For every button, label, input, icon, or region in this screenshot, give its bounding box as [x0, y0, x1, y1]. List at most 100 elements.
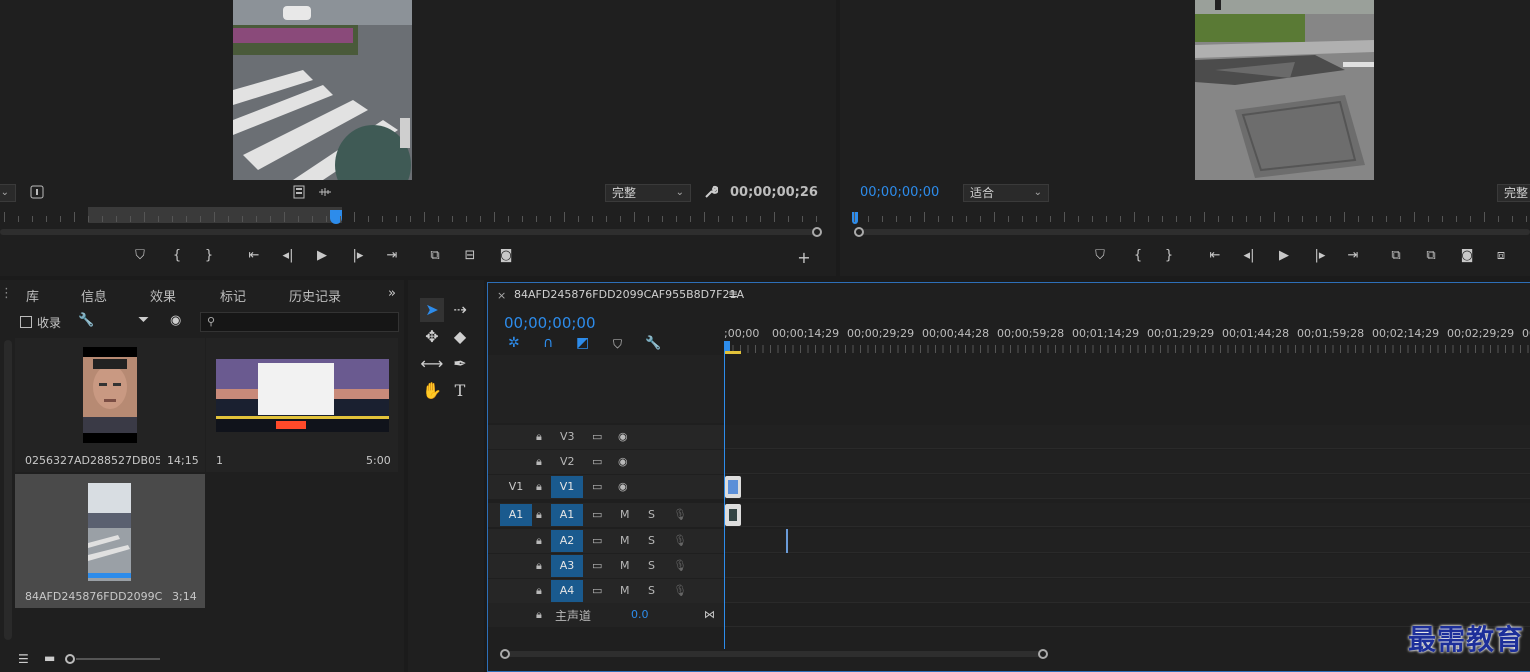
- audio-clip[interactable]: [725, 504, 741, 526]
- project-item[interactable]: 1 5:00: [206, 338, 398, 472]
- source-scroll-handle[interactable]: [812, 227, 822, 237]
- source-mark-out-icon[interactable]: }: [198, 246, 220, 266]
- timeline-timecode[interactable]: 00;00;00;00: [504, 314, 596, 332]
- zoom-slider-handle[interactable]: [65, 654, 75, 664]
- mute-button[interactable]: M: [620, 584, 630, 597]
- source-patch-v1[interactable]: V1: [500, 476, 532, 498]
- lock-icon[interactable]: 🔒︎: [536, 455, 542, 469]
- sync-lock-icon[interactable]: ▭: [592, 430, 602, 443]
- hand-tool-icon[interactable]: ✋: [420, 379, 444, 403]
- source-in-out-range[interactable]: [88, 207, 342, 223]
- track-name[interactable]: V3: [560, 430, 575, 443]
- program-play-icon[interactable]: ▶: [1273, 246, 1295, 266]
- slip-tool-icon[interactable]: ⟷: [420, 352, 444, 376]
- razor-tool-icon[interactable]: ◆: [448, 325, 472, 349]
- lock-icon[interactable]: 🔒︎: [536, 608, 542, 622]
- lock-icon[interactable]: 🔒︎: [536, 508, 542, 522]
- master-go-to-end-icon[interactable]: ⋈: [704, 608, 715, 621]
- source-go-to-in-icon[interactable]: ⇤: [243, 246, 265, 266]
- lock-icon[interactable]: 🔒︎: [536, 584, 542, 598]
- work-area-bar[interactable]: [725, 351, 741, 354]
- source-overwrite-icon[interactable]: ⊟: [459, 246, 481, 266]
- track-target-a3[interactable]: A3: [551, 555, 583, 577]
- audio-clip-marker[interactable]: [786, 529, 788, 553]
- track-target-a1[interactable]: A1: [551, 504, 583, 526]
- solo-button[interactable]: S: [648, 559, 655, 572]
- source-play-icon[interactable]: ▶: [311, 246, 333, 266]
- track-content[interactable]: [725, 579, 1530, 603]
- voiceover-mic-icon[interactable]: 🎙︎: [673, 559, 687, 572]
- project-item[interactable]: 84AFD245876FDD2099CA... 3;14: [15, 474, 205, 608]
- source-add-marker-icon[interactable]: ⛉: [129, 246, 151, 266]
- source-export-icon[interactable]: [26, 182, 48, 202]
- tab-library[interactable]: 库: [26, 286, 39, 305]
- master-volume-value[interactable]: 0.0: [631, 608, 649, 621]
- source-step-back-icon[interactable]: ◂|: [277, 246, 299, 266]
- track-content[interactable]: [725, 475, 1530, 499]
- program-zoom-scrollbar[interactable]: [854, 229, 1530, 235]
- program-compare-view-icon[interactable]: ⧈: [1490, 246, 1512, 266]
- track-target-v1[interactable]: V1: [551, 476, 583, 498]
- eye-icon[interactable]: ◉: [618, 430, 628, 443]
- add-marker-icon[interactable]: ⛉: [613, 337, 622, 352]
- list-view-icon[interactable]: ☰: [18, 652, 29, 666]
- voiceover-mic-icon[interactable]: 🎙︎: [673, 508, 687, 521]
- solo-button[interactable]: S: [648, 584, 655, 597]
- program-add-marker-icon[interactable]: ⛉: [1089, 246, 1111, 266]
- source-go-to-out-icon[interactable]: ⇥: [381, 246, 403, 266]
- source-drag-video-icon[interactable]: [288, 182, 310, 202]
- lock-icon[interactable]: 🔒︎: [536, 559, 542, 573]
- track-content[interactable]: [725, 503, 1530, 527]
- track-content[interactable]: [725, 450, 1530, 474]
- icon-view-icon[interactable]: ▬: [44, 651, 55, 665]
- source-drag-audio-icon[interactable]: [314, 182, 336, 202]
- tab-effects[interactable]: 效果: [150, 286, 176, 305]
- source-insert-icon[interactable]: ⧉: [424, 246, 446, 266]
- source-mark-in-icon[interactable]: {: [166, 246, 188, 266]
- mute-button[interactable]: M: [620, 534, 630, 547]
- eye-icon[interactable]: ◉: [618, 480, 628, 493]
- type-tool-icon[interactable]: T: [448, 379, 472, 403]
- nest-toggle-icon[interactable]: ✲: [508, 335, 520, 351]
- sequence-menu-icon[interactable]: ≡: [728, 287, 738, 301]
- selection-tool-icon[interactable]: ➤: [420, 298, 444, 322]
- lock-icon[interactable]: 🔒︎: [536, 480, 542, 494]
- lock-icon[interactable]: 🔒︎: [536, 534, 542, 548]
- sync-lock-icon[interactable]: ▭: [592, 584, 602, 597]
- eye-icon[interactable]: ◉: [618, 455, 628, 468]
- mute-button[interactable]: M: [620, 559, 630, 572]
- program-lift-icon[interactable]: ⧉: [1385, 246, 1407, 266]
- pen-tool-icon[interactable]: ✒: [448, 352, 472, 376]
- mute-button[interactable]: M: [620, 508, 630, 521]
- program-step-back-icon[interactable]: ◂|: [1238, 246, 1260, 266]
- program-go-to-out-icon[interactable]: ⇥: [1342, 246, 1364, 266]
- sync-lock-icon[interactable]: ▭: [592, 480, 602, 493]
- ingest-checkbox[interactable]: [20, 316, 32, 328]
- program-go-to-in-icon[interactable]: ⇤: [1204, 246, 1226, 266]
- track-select-tool-icon[interactable]: ⇢: [448, 298, 472, 322]
- search-input[interactable]: ⚲: [200, 312, 399, 332]
- source-left-dropdown[interactable]: ⌄: [0, 184, 16, 202]
- sequence-tab[interactable]: 84AFD245876FDD2099CAF955B8D7F21A: [514, 288, 744, 301]
- track-target-a4[interactable]: A4: [551, 580, 583, 602]
- track-content[interactable]: [725, 425, 1530, 449]
- project-item[interactable]: 0256327AD288527DB05... 14;15: [15, 338, 205, 472]
- timeline-ruler-ticks[interactable]: [725, 345, 1530, 353]
- zoom-slider-track[interactable]: [76, 658, 160, 660]
- source-settings-wrench-icon[interactable]: [700, 182, 722, 202]
- more-panels-icon[interactable]: »: [388, 286, 396, 301]
- visibility-eye-icon[interactable]: ◉: [170, 313, 181, 328]
- program-zoom-dropdown[interactable]: 适合 ⌄: [963, 184, 1049, 202]
- timeline-horizontal-scrollbar[interactable]: [506, 651, 1046, 657]
- timeline-scroll-handle-right[interactable]: [1038, 649, 1048, 659]
- solo-button[interactable]: S: [648, 534, 655, 547]
- program-mark-out-icon[interactable]: }: [1158, 246, 1180, 266]
- program-export-frame-icon[interactable]: ◙: [1456, 246, 1478, 266]
- sync-lock-icon[interactable]: ▭: [592, 534, 602, 547]
- source-button-editor-icon[interactable]: +: [793, 248, 815, 268]
- tab-markers[interactable]: 标记: [220, 286, 246, 305]
- linked-selection-icon[interactable]: ◩: [576, 335, 589, 351]
- snap-magnet-icon[interactable]: ∩: [543, 335, 553, 351]
- solo-button[interactable]: S: [648, 508, 655, 521]
- sync-lock-icon[interactable]: ▭: [592, 559, 602, 572]
